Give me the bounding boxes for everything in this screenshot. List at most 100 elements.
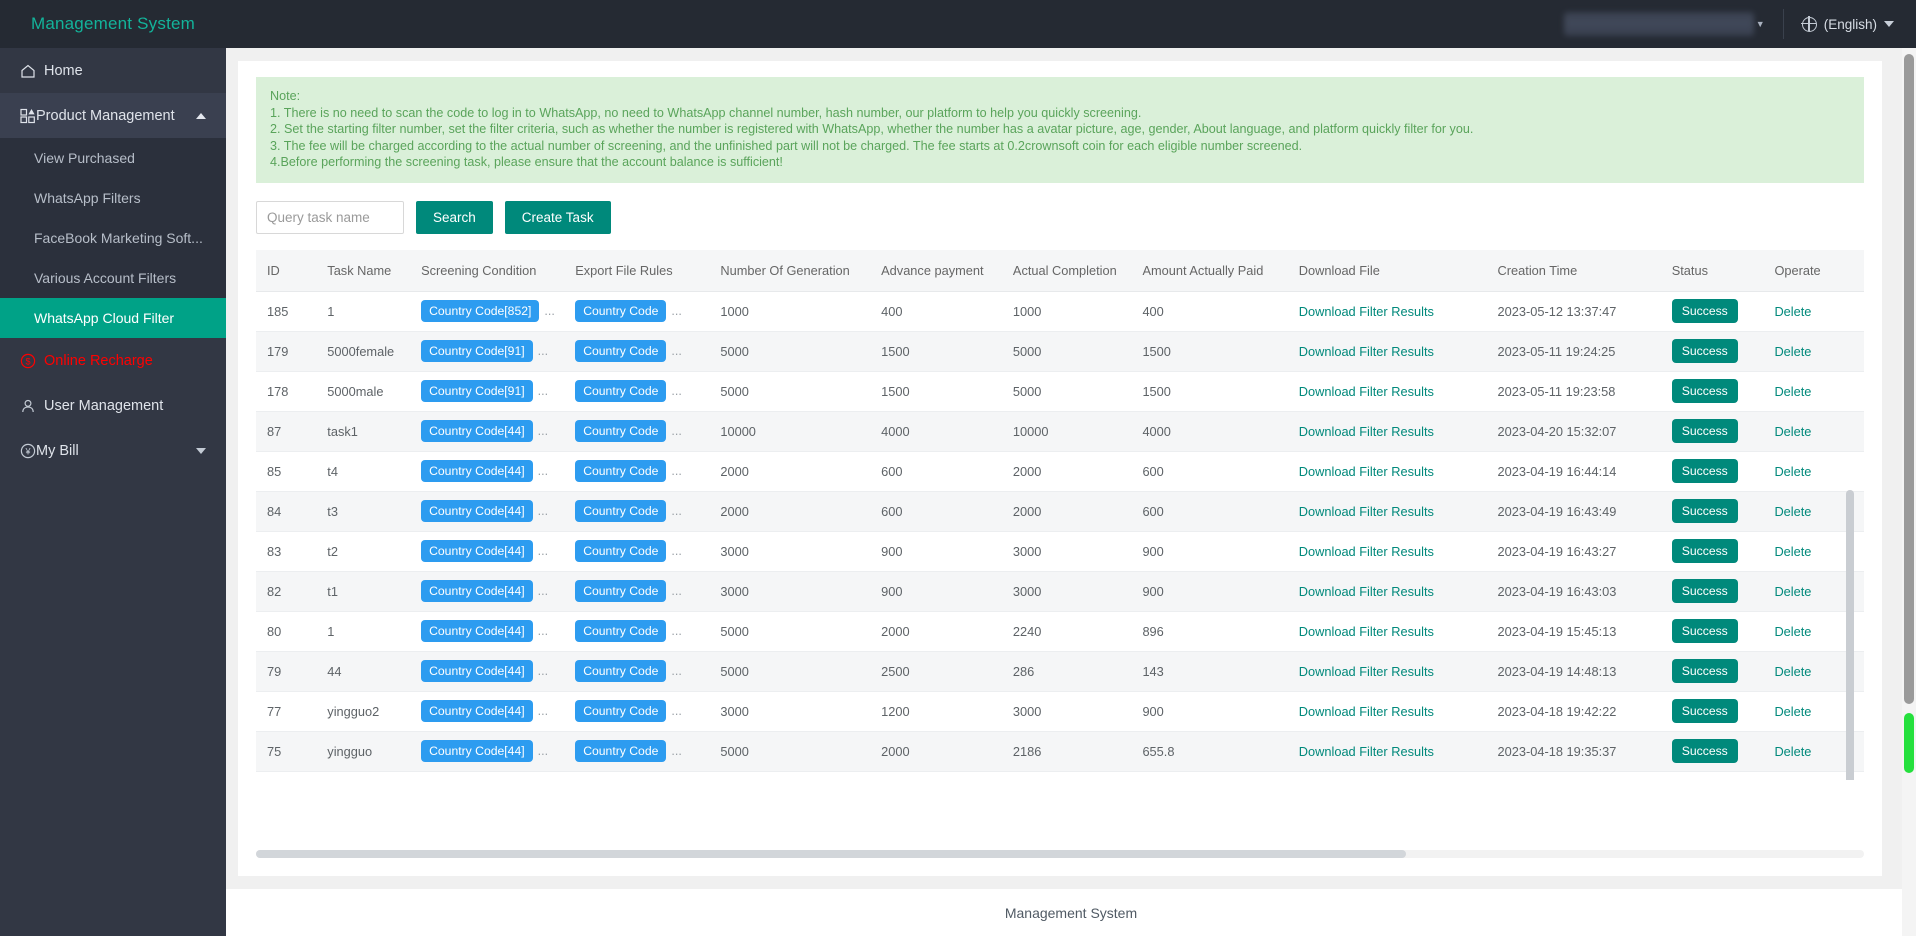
export-file-rule-ellipsis[interactable]: ... (671, 424, 681, 438)
screening-condition-tag[interactable]: Country Code[44] (421, 420, 533, 442)
cell-operate-delete[interactable]: Delete (1763, 371, 1864, 411)
cell-download-file-text[interactable]: Download Filter Results (1299, 624, 1434, 639)
screening-condition-ellipsis[interactable]: ... (538, 464, 548, 478)
screening-condition-ellipsis[interactable]: ... (544, 304, 554, 318)
cell-download-file[interactable]: Download Filter Results (1288, 291, 1487, 331)
user-account-masked[interactable] (1564, 12, 1754, 36)
sidebar-item-my-bill[interactable]: ¥ My Bill (0, 428, 226, 473)
cell-download-file[interactable]: Download Filter Results (1288, 531, 1487, 571)
screening-condition-ellipsis[interactable]: ... (538, 384, 548, 398)
cell-operate-delete[interactable]: Delete (1763, 411, 1864, 451)
sidebar-item-product-management[interactable]: Product Management (0, 93, 226, 138)
cell-download-file[interactable]: Download Filter Results (1288, 411, 1487, 451)
export-file-rule-ellipsis[interactable]: ... (671, 304, 681, 318)
sidebar-item-user-management[interactable]: User Management (0, 383, 226, 428)
cell-operate-delete-text[interactable]: Delete (1774, 744, 1811, 759)
search-input[interactable] (256, 201, 404, 234)
export-file-rule-tag[interactable]: Country Code (575, 420, 666, 442)
cell-operate-delete-text[interactable]: Delete (1774, 704, 1811, 719)
cell-operate-delete-text[interactable]: Delete (1774, 464, 1811, 479)
export-file-rule-tag[interactable]: Country Code (575, 380, 666, 402)
screening-condition-tag[interactable]: Country Code[44] (421, 580, 533, 602)
cell-operate-delete-text[interactable]: Delete (1774, 664, 1811, 679)
export-file-rule-tag[interactable]: Country Code (575, 580, 666, 602)
screening-condition-ellipsis[interactable]: ... (538, 344, 548, 358)
cell-download-file-text[interactable]: Download Filter Results (1299, 344, 1434, 359)
export-file-rule-ellipsis[interactable]: ... (671, 384, 681, 398)
cell-operate-delete[interactable]: Delete (1763, 331, 1864, 371)
screening-condition-ellipsis[interactable]: ... (538, 584, 548, 598)
screening-condition-tag[interactable]: Country Code[44] (421, 500, 533, 522)
sidebar-item-online-recharge[interactable]: $ Online Recharge (0, 338, 226, 383)
cell-download-file[interactable]: Download Filter Results (1288, 371, 1487, 411)
cell-download-file[interactable]: Download Filter Results (1288, 611, 1487, 651)
cell-operate-delete[interactable]: Delete (1763, 291, 1864, 331)
export-file-rule-ellipsis[interactable]: ... (671, 504, 681, 518)
cell-download-file[interactable]: Download Filter Results (1288, 571, 1487, 611)
cell-operate-delete[interactable]: Delete (1763, 451, 1864, 491)
cell-download-file[interactable]: Download Filter Results (1288, 651, 1487, 691)
cell-operate-delete-text[interactable]: Delete (1774, 584, 1811, 599)
screening-condition-ellipsis[interactable]: ... (538, 624, 548, 638)
export-file-rule-tag[interactable]: Country Code (575, 740, 666, 762)
language-selector[interactable]: (English) (1784, 17, 1916, 32)
export-file-rule-tag[interactable]: Country Code (575, 660, 666, 682)
cell-download-file[interactable]: Download Filter Results (1288, 331, 1487, 371)
cell-download-file[interactable]: Download Filter Results (1288, 731, 1487, 771)
cell-download-file-text[interactable]: Download Filter Results (1299, 304, 1434, 319)
export-file-rule-tag[interactable]: Country Code (575, 500, 666, 522)
sidebar-item-facebook-marketing-software[interactable]: FaceBook Marketing Soft... (0, 218, 226, 258)
export-file-rule-tag[interactable]: Country Code (575, 300, 666, 322)
export-file-rule-ellipsis[interactable]: ... (671, 624, 681, 638)
cell-operate-delete-text[interactable]: Delete (1774, 544, 1811, 559)
export-file-rule-tag[interactable]: Country Code (575, 540, 666, 562)
sidebar-item-home[interactable]: Home (0, 48, 226, 93)
cell-download-file[interactable]: Download Filter Results (1288, 491, 1487, 531)
export-file-rule-ellipsis[interactable]: ... (671, 344, 681, 358)
screening-condition-tag[interactable]: Country Code[44] (421, 460, 533, 482)
export-file-rule-ellipsis[interactable]: ... (671, 464, 681, 478)
sidebar-item-whatsapp-cloud-filter[interactable]: WhatsApp Cloud Filter (0, 298, 226, 338)
export-file-rule-tag[interactable]: Country Code (575, 460, 666, 482)
cell-download-file[interactable]: Download Filter Results (1288, 691, 1487, 731)
cell-download-file-text[interactable]: Download Filter Results (1299, 584, 1434, 599)
page-scrollbar-thumb[interactable] (1904, 54, 1914, 704)
export-file-rule-ellipsis[interactable]: ... (671, 704, 681, 718)
table-vertical-scrollbar-thumb[interactable] (1846, 490, 1854, 780)
table-vertical-scrollbar-track[interactable] (1846, 490, 1854, 780)
cell-operate-delete-text[interactable]: Delete (1774, 344, 1811, 359)
cell-operate-delete-text[interactable]: Delete (1774, 424, 1811, 439)
search-button[interactable]: Search (416, 201, 493, 234)
screening-condition-ellipsis[interactable]: ... (538, 424, 548, 438)
cell-download-file[interactable]: Download Filter Results (1288, 451, 1487, 491)
screening-condition-tag[interactable]: Country Code[44] (421, 540, 533, 562)
cell-download-file-text[interactable]: Download Filter Results (1299, 744, 1434, 759)
export-file-rule-tag[interactable]: Country Code (575, 340, 666, 362)
screening-condition-ellipsis[interactable]: ... (538, 544, 548, 558)
page-scrollbar-thumb-secondary[interactable] (1904, 713, 1914, 773)
export-file-rule-ellipsis[interactable]: ... (671, 664, 681, 678)
screening-condition-ellipsis[interactable]: ... (538, 504, 548, 518)
screening-condition-tag[interactable]: Country Code[44] (421, 620, 533, 642)
table-horizontal-scrollbar-track[interactable] (256, 850, 1864, 858)
cell-download-file-text[interactable]: Download Filter Results (1299, 504, 1434, 519)
page-scrollbar-track[interactable] (1902, 48, 1916, 936)
screening-condition-tag[interactable]: Country Code[91] (421, 380, 533, 402)
cell-download-file-text[interactable]: Download Filter Results (1299, 664, 1434, 679)
cell-download-file-text[interactable]: Download Filter Results (1299, 704, 1434, 719)
export-file-rule-ellipsis[interactable]: ... (671, 744, 681, 758)
sidebar-item-various-account-filters[interactable]: Various Account Filters (0, 258, 226, 298)
cell-download-file-text[interactable]: Download Filter Results (1299, 424, 1434, 439)
screening-condition-ellipsis[interactable]: ... (538, 664, 548, 678)
export-file-rule-tag[interactable]: Country Code (575, 700, 666, 722)
cell-download-file-text[interactable]: Download Filter Results (1299, 464, 1434, 479)
export-file-rule-ellipsis[interactable]: ... (671, 544, 681, 558)
screening-condition-tag[interactable]: Country Code[44] (421, 660, 533, 682)
screening-condition-ellipsis[interactable]: ... (538, 744, 548, 758)
table-horizontal-scrollbar-thumb[interactable] (256, 850, 1406, 858)
screening-condition-tag[interactable]: Country Code[852] (421, 300, 539, 322)
cell-download-file-text[interactable]: Download Filter Results (1299, 544, 1434, 559)
export-file-rule-ellipsis[interactable]: ... (671, 584, 681, 598)
cell-operate-delete-text[interactable]: Delete (1774, 304, 1811, 319)
cell-download-file-text[interactable]: Download Filter Results (1299, 384, 1434, 399)
